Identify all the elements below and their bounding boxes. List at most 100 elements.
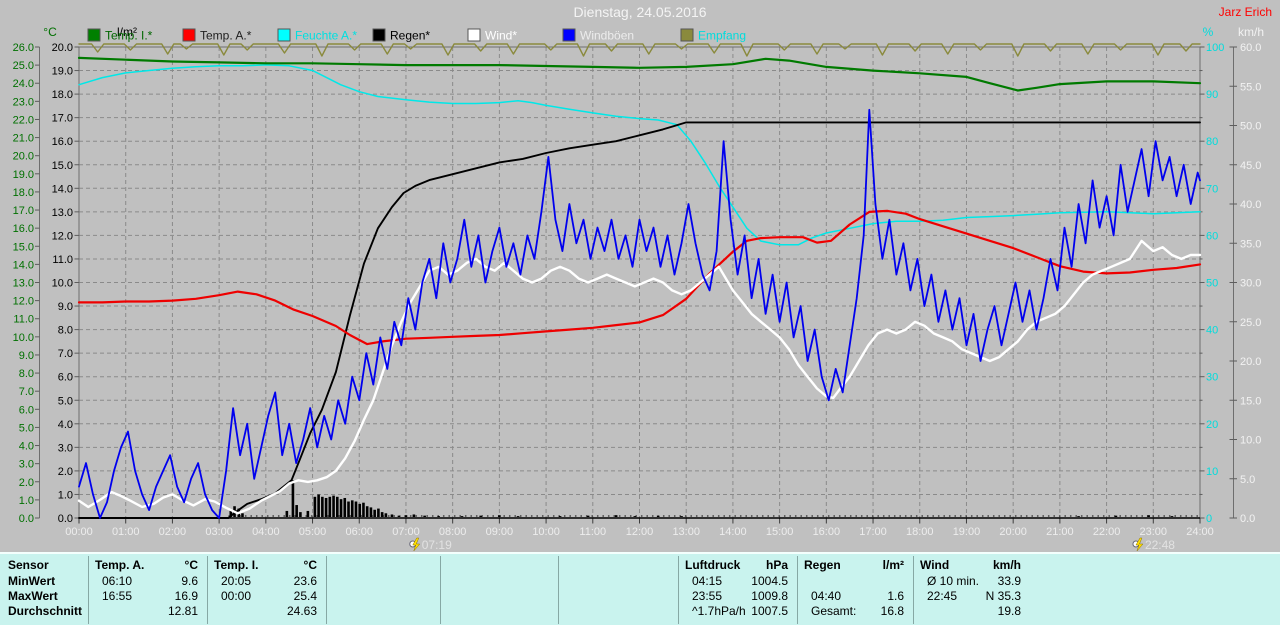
svg-text:4.0: 4.0 — [58, 419, 73, 431]
section-unit: °C — [303, 558, 317, 572]
table-divider — [558, 556, 559, 624]
section-unit: °C — [184, 558, 198, 572]
legend: Temp. I.* Temp. A.* Feuchte A.* Regen* Wind*… — [87, 28, 746, 43]
svg-text:10:00: 10:00 — [532, 526, 560, 538]
legend-label: Feuchte A.* — [295, 29, 357, 43]
legend-swatch — [680, 28, 694, 42]
rain-bars — [229, 480, 1174, 517]
svg-text:5.0: 5.0 — [19, 422, 34, 434]
svg-text:3.0: 3.0 — [58, 442, 73, 454]
svg-text:3.0: 3.0 — [19, 459, 34, 471]
svg-text:21.0: 21.0 — [13, 133, 34, 145]
svg-text:12.0: 12.0 — [52, 230, 73, 242]
stat-value: 16.8 — [880, 604, 904, 618]
legend-item-regen[interactable]: Regen* — [372, 28, 430, 43]
svg-text:22:00: 22:00 — [1093, 526, 1121, 538]
svg-text:22.0: 22.0 — [13, 114, 34, 126]
svg-text:00:00: 00:00 — [65, 526, 93, 538]
legend-label: Regen* — [390, 29, 430, 43]
svg-text:4.0: 4.0 — [19, 441, 34, 453]
legend-swatch — [277, 28, 291, 42]
row-label-maxwert: MaxWert — [8, 589, 58, 603]
svg-text:10.0: 10.0 — [13, 332, 34, 344]
row-label-minwert: MinWert — [8, 574, 56, 588]
svg-text:14.0: 14.0 — [13, 259, 34, 271]
svg-text:26.0: 26.0 — [13, 42, 34, 54]
svg-text:15.0: 15.0 — [13, 241, 34, 253]
svg-text:20.0: 20.0 — [13, 151, 34, 163]
svg-text:45.0: 45.0 — [1240, 160, 1261, 172]
svg-text:11:00: 11:00 — [579, 526, 606, 538]
svg-text:05:00: 05:00 — [299, 526, 327, 538]
svg-text:0.0: 0.0 — [1240, 513, 1255, 525]
legend-item-wind[interactable]: Wind* — [467, 28, 517, 43]
stat-value: 1004.5 — [751, 574, 788, 588]
table-divider — [440, 556, 441, 624]
svg-text:5.0: 5.0 — [1240, 474, 1255, 486]
stat-value: 1007.5 — [751, 604, 788, 618]
svg-text:20.0: 20.0 — [52, 42, 73, 54]
stat-value: 9.6 — [181, 574, 198, 588]
svg-text:7.0: 7.0 — [19, 386, 34, 398]
svg-text:08:00: 08:00 — [439, 526, 467, 538]
event-marker-2248: 22:48 — [1132, 537, 1175, 552]
marker-time-label: 22:48 — [1145, 538, 1175, 552]
legend-item-feuchtea[interactable]: Feuchte A.* — [277, 28, 357, 43]
svg-text:40: 40 — [1206, 325, 1218, 337]
legend-item-windben[interactable]: Windböen — [562, 28, 634, 43]
svg-text:8.0: 8.0 — [58, 325, 73, 337]
svg-text:03:00: 03:00 — [205, 526, 233, 538]
svg-text:25.0: 25.0 — [13, 60, 34, 72]
svg-text:16.0: 16.0 — [52, 136, 73, 148]
svg-text:2.0: 2.0 — [58, 466, 73, 478]
svg-text:6.0: 6.0 — [19, 404, 34, 416]
svg-text:24:00: 24:00 — [1186, 526, 1214, 538]
svg-text:70: 70 — [1206, 183, 1218, 195]
svg-text:50: 50 — [1206, 278, 1218, 290]
svg-text:15.0: 15.0 — [1240, 395, 1261, 407]
legend-item-tempi[interactable]: Temp. I.* — [87, 28, 153, 43]
gridlines — [79, 47, 1200, 518]
svg-text:02:00: 02:00 — [159, 526, 187, 538]
legend-swatch — [562, 28, 576, 42]
svg-text:55.0: 55.0 — [1240, 81, 1261, 93]
lightning-icon — [412, 537, 421, 552]
axes: 0.0 1.0 2.0 3.0 4.0 5.0 6.0 7.0 8.0 9.0 10.0 11.0 12… — [13, 42, 1262, 538]
svg-text:19.0: 19.0 — [13, 169, 34, 181]
svg-text:18.0: 18.0 — [13, 187, 34, 199]
stat-value: 12.81 — [167, 604, 198, 618]
weather-app-window: Dienstag, 24.05.2016 Jarz Erich 0.0 1.0 2.… — [0, 0, 1280, 625]
svg-text:10.0: 10.0 — [52, 278, 73, 290]
svg-text:7.0: 7.0 — [58, 348, 73, 360]
stat-value: 25.4 — [293, 589, 317, 603]
legend-item-empfang[interactable]: Empfang — [680, 28, 746, 43]
svg-text:0: 0 — [1206, 513, 1212, 525]
legend-swatch — [467, 28, 481, 42]
svg-text:2.0: 2.0 — [19, 477, 34, 489]
svg-text:19:00: 19:00 — [953, 526, 981, 538]
svg-text:18:00: 18:00 — [906, 526, 934, 538]
svg-text:1.0: 1.0 — [19, 495, 34, 507]
unit-temp: °C — [43, 25, 57, 39]
svg-text:16.0: 16.0 — [13, 223, 34, 235]
stat-value: 1.6 — [887, 589, 904, 603]
legend-label: Windböen — [580, 29, 634, 43]
svg-text:1.0: 1.0 — [58, 489, 73, 501]
row-label-sensor: Sensor — [8, 558, 49, 572]
legend-swatch — [372, 28, 386, 42]
svg-text:10.0: 10.0 — [1240, 435, 1261, 447]
svg-text:04:00: 04:00 — [252, 526, 280, 538]
svg-text:25.0: 25.0 — [1240, 317, 1261, 329]
svg-text:17:00: 17:00 — [859, 526, 887, 538]
svg-text:40.0: 40.0 — [1240, 199, 1261, 211]
legend-swatch — [87, 28, 101, 42]
svg-text:14.0: 14.0 — [52, 183, 73, 195]
unit-wind: km/h — [1238, 25, 1264, 39]
marker-time-label: 07:19 — [422, 538, 452, 552]
stat-value: 23.6 — [293, 574, 317, 588]
section-unit: hPa — [765, 558, 788, 572]
section-unit: l/m² — [882, 558, 904, 572]
svg-text:20: 20 — [1206, 419, 1218, 431]
stat-value: 19.8 — [997, 604, 1021, 618]
legend-item-tempa[interactable]: Temp. A.* — [182, 28, 252, 43]
